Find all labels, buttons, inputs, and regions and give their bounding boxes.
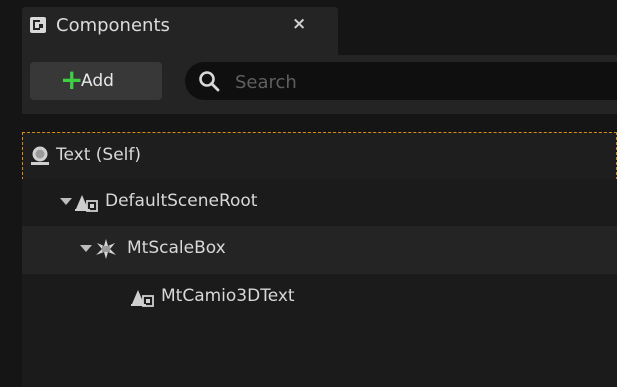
tree-item-label: DefaultSceneRoot — [105, 191, 258, 211]
tree-item-label: Text (Self) — [56, 145, 142, 165]
tree-header-spacer — [22, 114, 617, 132]
add-button[interactable]: + Add — [30, 62, 162, 100]
search-input[interactable] — [233, 69, 607, 95]
scene-component-icon — [131, 290, 154, 307]
tab-strip: Components × — [0, 0, 617, 55]
component-tree: Text (Self) DefaultSceneRoot MtScaleBox — [22, 114, 617, 387]
expand-caret-icon[interactable] — [60, 198, 72, 205]
tree-item-mt-scale-box[interactable]: MtScaleBox — [22, 226, 617, 274]
expand-caret-icon[interactable] — [80, 245, 92, 252]
blueprint-class-icon — [30, 17, 46, 33]
plus-icon: + — [60, 63, 84, 96]
close-icon[interactable]: × — [292, 14, 306, 34]
tree-item-default-scene-root[interactable]: DefaultSceneRoot — [22, 179, 617, 227]
search-icon — [199, 71, 220, 92]
tree-item-label: MtScaleBox — [127, 238, 226, 258]
scene-component-icon — [75, 195, 98, 212]
self-actor-icon — [31, 146, 49, 165]
toolbar: + Add — [22, 55, 617, 114]
tree-item-label: MtCamio3DText — [161, 286, 295, 306]
tab-components[interactable]: Components × — [22, 7, 338, 55]
tree-item-self[interactable]: Text (Self) — [22, 132, 617, 180]
scale-box-icon — [96, 239, 116, 259]
tab-title: Components — [56, 15, 170, 36]
components-panel: Components × + Add Text (Self) — [0, 0, 617, 387]
search-box[interactable] — [185, 62, 617, 100]
tree-item-mt-camio-3d-text[interactable]: MtCamio3DText — [22, 274, 617, 322]
add-button-label: Add — [81, 71, 114, 91]
